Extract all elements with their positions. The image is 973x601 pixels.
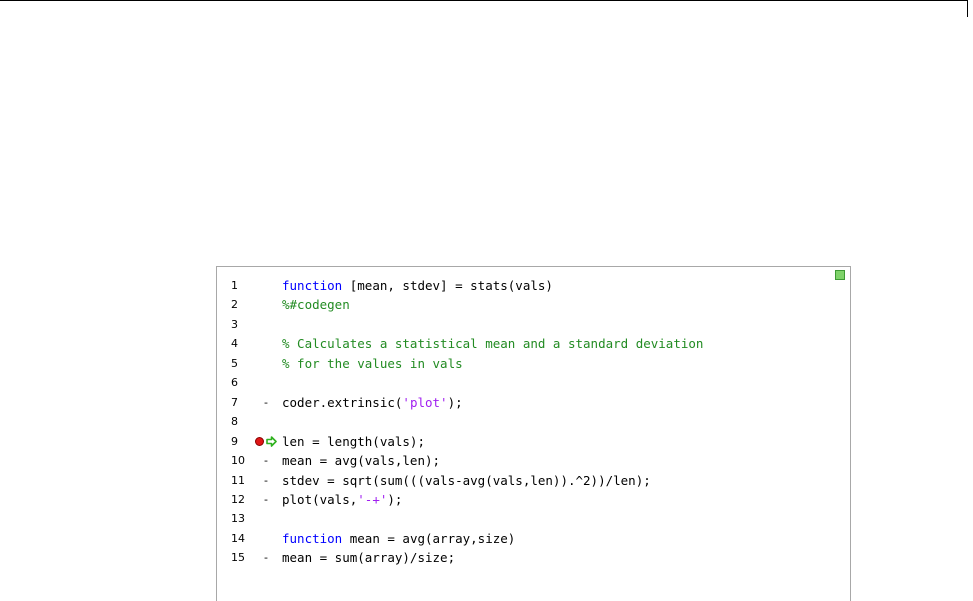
comment-token: % for the values in vals — [282, 355, 463, 371]
code-token: stdev = sqrt(sum(((vals-avg(vals,len)).^… — [282, 472, 651, 488]
keyword-token: function — [282, 530, 343, 546]
code-text: % Calculates a statistical mean and a st… — [282, 334, 703, 353]
code-editor[interactable]: 1 function [mean, stdev] = stats(vals) 2 %#… — [216, 266, 851, 601]
code-text: %#codegen — [282, 295, 350, 314]
line-number: 8 — [231, 415, 238, 429]
line-number: 7 — [231, 395, 238, 409]
code-text: coder.extrinsic('plot'); — [282, 393, 463, 412]
code-line[interactable]: 4 % Calculates a statistical mean and a s… — [217, 334, 850, 353]
line-number: 4 — [231, 337, 238, 351]
code-token: mean = avg(array,size) — [342, 530, 516, 546]
top-rule — [0, 0, 967, 1]
keyword-token: function — [282, 278, 343, 293]
line-number: 15 — [231, 551, 245, 565]
line-number: 12 — [231, 492, 245, 506]
code-line[interactable]: 1 function [mean, stdev] = stats(vals) — [217, 276, 850, 295]
code-line[interactable]: 6 — [217, 373, 850, 392]
line-number: 6 — [231, 376, 238, 390]
executable-line-marker[interactable]: - — [264, 393, 274, 412]
line-number: 10 — [231, 454, 245, 468]
analysis-status-indicator[interactable] — [835, 270, 845, 280]
code-line[interactable]: 7 - coder.extrinsic('plot'); — [217, 393, 850, 412]
code-token: ); — [387, 491, 403, 507]
code-line[interactable]: 8 — [217, 412, 850, 431]
code-text: plot(vals,'-+'); — [282, 490, 402, 509]
code-text: mean = avg(vals,len); — [282, 451, 440, 470]
executable-line-marker[interactable]: - — [264, 548, 274, 567]
top-tick — [967, 0, 968, 17]
code-line[interactable]: 9 len = length(vals); — [217, 432, 850, 451]
code-token: mean = avg(vals,len); — [282, 453, 441, 469]
line-number: 9 — [231, 434, 238, 448]
code-text: len = length(vals); — [282, 432, 425, 451]
code-line[interactable]: 15 - mean = sum(array)/size; — [217, 548, 850, 567]
code-line[interactable]: 3 — [217, 315, 850, 334]
line-number: 1 — [231, 279, 238, 292]
line-number: 2 — [231, 298, 238, 312]
code-text: stdev = sqrt(sum(((vals-avg(vals,len)).^… — [282, 471, 651, 490]
executable-line-marker[interactable]: - — [264, 471, 274, 490]
code-token: [mean, stdev] = stats(vals) — [342, 278, 553, 293]
code-line[interactable]: 5 % for the values in vals — [217, 354, 850, 373]
code-token: len = length(vals); — [282, 433, 425, 449]
code-token: coder.extrinsic( — [282, 394, 403, 410]
code-line[interactable]: 14 function mean = avg(array,size) — [217, 529, 850, 548]
comment-token: % Calculates a statistical mean and a st… — [282, 336, 704, 352]
code-line[interactable]: 10 - mean = avg(vals,len); — [217, 451, 850, 470]
executable-line-marker[interactable]: - — [264, 451, 274, 470]
line-number: 11 — [231, 473, 245, 487]
string-token: '-+' — [357, 491, 388, 507]
line-number: 13 — [231, 512, 245, 526]
line-number: 3 — [231, 317, 238, 331]
executable-line-marker[interactable]: - — [264, 490, 274, 509]
code-token: plot(vals, — [282, 491, 358, 507]
code-token: mean = sum(array)/size; — [282, 550, 456, 566]
code-line[interactable]: 13 — [217, 509, 850, 528]
code-token: ); — [447, 394, 463, 410]
code-text: mean = sum(array)/size; — [282, 548, 455, 567]
line-number: 14 — [231, 531, 245, 545]
code-text: % for the values in vals — [282, 354, 463, 373]
page: 1 function [mean, stdev] = stats(vals) 2 %#… — [0, 0, 973, 601]
string-token: 'plot' — [402, 394, 448, 410]
comment-token: %#codegen — [282, 297, 350, 313]
line-number: 5 — [231, 356, 238, 370]
breakpoint-icon[interactable] — [255, 436, 264, 446]
code-line[interactable]: 12 - plot(vals,'-+'); — [217, 490, 850, 509]
current-line-arrow-icon — [266, 435, 277, 447]
code-line[interactable]: 2 %#codegen — [217, 295, 850, 314]
code-text: function mean = avg(array,size) — [282, 529, 515, 548]
code-line[interactable]: 11 - stdev = sqrt(sum(((vals-avg(vals,len)… — [217, 471, 850, 490]
code-text: function [mean, stdev] = stats(vals) — [282, 276, 553, 295]
